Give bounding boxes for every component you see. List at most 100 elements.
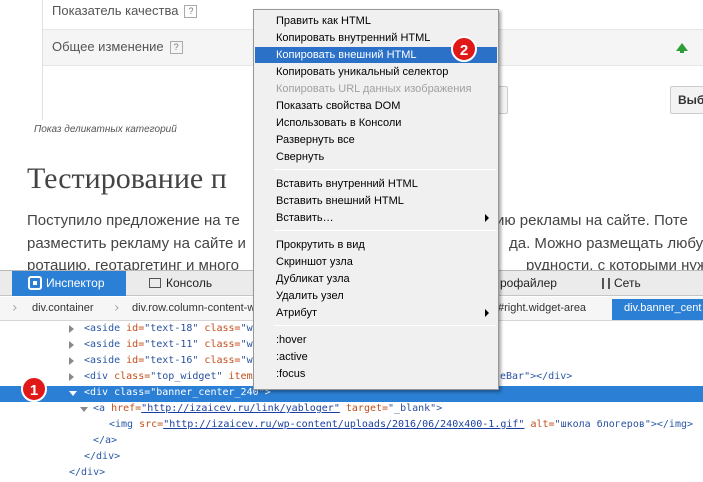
code-token-tag: ></img>	[650, 419, 694, 430]
menu-item-active[interactable]: :active	[255, 349, 497, 365]
dom-node-code-tail: eBar"></div>	[500, 371, 572, 382]
menu-item-show-dom-properties[interactable]: Показать свойства DOM	[255, 98, 497, 114]
chevron-right-icon	[485, 214, 489, 222]
dom-node-code: <aside id="text-18" class="w	[84, 323, 253, 334]
code-token-attr: class=	[198, 355, 241, 366]
tab-console[interactable]: Консоль	[146, 271, 246, 296]
dom-node-code: <div class="top_widget" items	[84, 371, 259, 382]
chevron-right-icon	[485, 309, 489, 317]
dom-node-code: </div>	[69, 467, 105, 478]
menu-separator	[274, 325, 496, 326]
help-icon[interactable]: ?	[169, 41, 183, 54]
article-text-line: ротацию, геотаргетинг и много	[27, 257, 239, 270]
dom-node[interactable]: </div>	[0, 450, 703, 466]
row-label: Показатель качества?	[52, 3, 198, 18]
row-label: Общее изменение?	[52, 39, 183, 54]
menu-item-label: Вставить внутренний HTML	[276, 178, 418, 190]
expand-closed-icon[interactable]	[69, 357, 74, 365]
code-token-attr: target=	[339, 403, 389, 414]
code-token-tag: <aside	[84, 339, 127, 350]
menu-item-use-in-console[interactable]: Использовать в Консоли	[255, 115, 497, 131]
menu-item-label: Копировать уникальный селектор	[276, 66, 449, 78]
menu-item-label: Удалить узел	[276, 290, 344, 302]
breadcrumb-item[interactable]: #right.widget-area	[498, 302, 586, 314]
menu-item-label: Атрибут	[276, 307, 317, 319]
code-token-val: "text-16"	[144, 355, 199, 366]
expand-closed-icon[interactable]	[69, 325, 74, 333]
console-icon	[149, 278, 161, 288]
code-token-val: "top_widget"	[150, 371, 223, 382]
article-text-line: да. Можно размещать любу	[509, 235, 703, 252]
dom-node-code: <div class="banner_center_240">	[84, 387, 271, 398]
menu-item-label: :focus	[276, 368, 306, 380]
menu-item-edit-as-html[interactable]: Править как HTML	[255, 13, 497, 29]
menu-item-label: :active	[276, 351, 308, 363]
menu-item-label: Править как HTML	[276, 15, 371, 27]
dom-node[interactable]: </a>	[0, 434, 703, 450]
select-button[interactable]: Выбр	[670, 86, 703, 114]
code-token-attr: src=	[139, 419, 164, 430]
code-token-val: "w	[240, 323, 253, 334]
inspector-icon	[28, 276, 42, 290]
code-token-attr: class=	[114, 387, 151, 398]
code-token-tag: </div>	[84, 451, 121, 462]
code-token-attr: href=	[111, 403, 142, 414]
menu-item-paste-inner-html[interactable]: Вставить внутренний HTML	[255, 176, 497, 192]
dom-node[interactable]: </div>	[0, 466, 703, 482]
code-token-tag: <aside	[84, 355, 127, 366]
code-token-val: "w	[240, 339, 253, 350]
article-text-line: Поступило предложение на те	[27, 212, 240, 229]
breadcrumb-item[interactable]: div.container	[32, 302, 94, 314]
article-text-line: рудности, с которыми нужн	[526, 257, 703, 270]
menu-item-copy-unique-selector[interactable]: Копировать уникальный селектор	[255, 64, 497, 80]
delicate-categories-link[interactable]: Показ деликатных категорий	[34, 124, 177, 135]
step-badge-2: 2	[451, 36, 477, 62]
code-token-val: "w	[240, 355, 253, 366]
menu-item-screenshot-node[interactable]: Скриншот узла	[255, 254, 497, 270]
menu-item-attribute[interactable]: Атрибут	[255, 305, 497, 321]
menu-item-collapse[interactable]: Свернуть	[255, 149, 497, 165]
code-token-tag: <div	[84, 371, 115, 382]
menu-item-hover[interactable]: :hover	[255, 332, 497, 348]
code-token-val: "text-11"	[144, 339, 199, 350]
help-icon[interactable]: ?	[184, 5, 198, 18]
menu-item-delete-node[interactable]: Удалить узел	[255, 288, 497, 304]
menu-item-scroll-into-view[interactable]: Прокрутить в вид	[255, 237, 497, 253]
menu-item-duplicate-node[interactable]: Дубликат узла	[255, 271, 497, 287]
menu-item-paste[interactable]: Вставить…	[255, 210, 497, 226]
menu-item-expand-all[interactable]: Развернуть все	[255, 132, 497, 148]
menu-item-label: Дубликат узла	[276, 273, 350, 285]
tab-label: Консоль	[166, 276, 213, 290]
step-badge-1: 1	[21, 376, 47, 402]
dom-node-code: </div>	[84, 451, 120, 462]
code-token-tag: </a>	[93, 435, 118, 446]
code-token-tag: <img	[109, 419, 140, 430]
menu-item-label: Развернуть все	[276, 134, 355, 146]
menu-item-copy-image-data-url: Копировать URL данных изображения	[255, 81, 497, 97]
dom-node[interactable]: <a href="http://izaicev.ru/link/yabloger…	[0, 402, 703, 418]
tab-network[interactable]: Сеть	[600, 271, 703, 296]
tab-label: Инспектор	[46, 276, 105, 290]
tab-profiler[interactable]: рофайлер	[500, 271, 580, 296]
code-token-link[interactable]: "http://izaicev.ru/wp-content/uploads/20…	[163, 419, 524, 430]
expand-closed-icon[interactable]	[69, 341, 74, 349]
breadcrumb-item[interactable]: div.row.column-content-w	[132, 302, 255, 314]
context-menu: Править как HTML Копировать внутренний HT…	[253, 9, 499, 390]
menu-item-paste-outer-html[interactable]: Вставить внешний HTML	[255, 193, 497, 209]
tab-inspector[interactable]: Инспектор	[12, 271, 126, 296]
article-text-line: разместить рекламу на сайте и	[27, 235, 246, 252]
expand-closed-icon[interactable]	[69, 373, 74, 381]
expand-open-icon[interactable]	[80, 407, 88, 412]
trend-up-icon	[676, 43, 688, 53]
code-token-link[interactable]: "http://izaicev.ru/link/yabloger"	[141, 403, 340, 414]
menu-item-focus[interactable]: :focus	[255, 366, 497, 382]
dom-node-code: <a href="http://izaicev.ru/link/yabloger…	[93, 403, 442, 414]
code-token-tag: <aside	[84, 323, 127, 334]
menu-item-label: :hover	[276, 334, 307, 346]
breadcrumb-item-active[interactable]: div.banner_cent	[612, 299, 703, 320]
expand-open-icon[interactable]	[69, 391, 77, 396]
menu-item-label: Копировать внешний HTML	[276, 49, 417, 61]
code-token-attr: class=	[198, 339, 241, 350]
dom-node[interactable]: <img src="http://izaicev.ru/wp-content/u…	[0, 418, 703, 434]
menu-item-label: Свернуть	[276, 151, 325, 163]
